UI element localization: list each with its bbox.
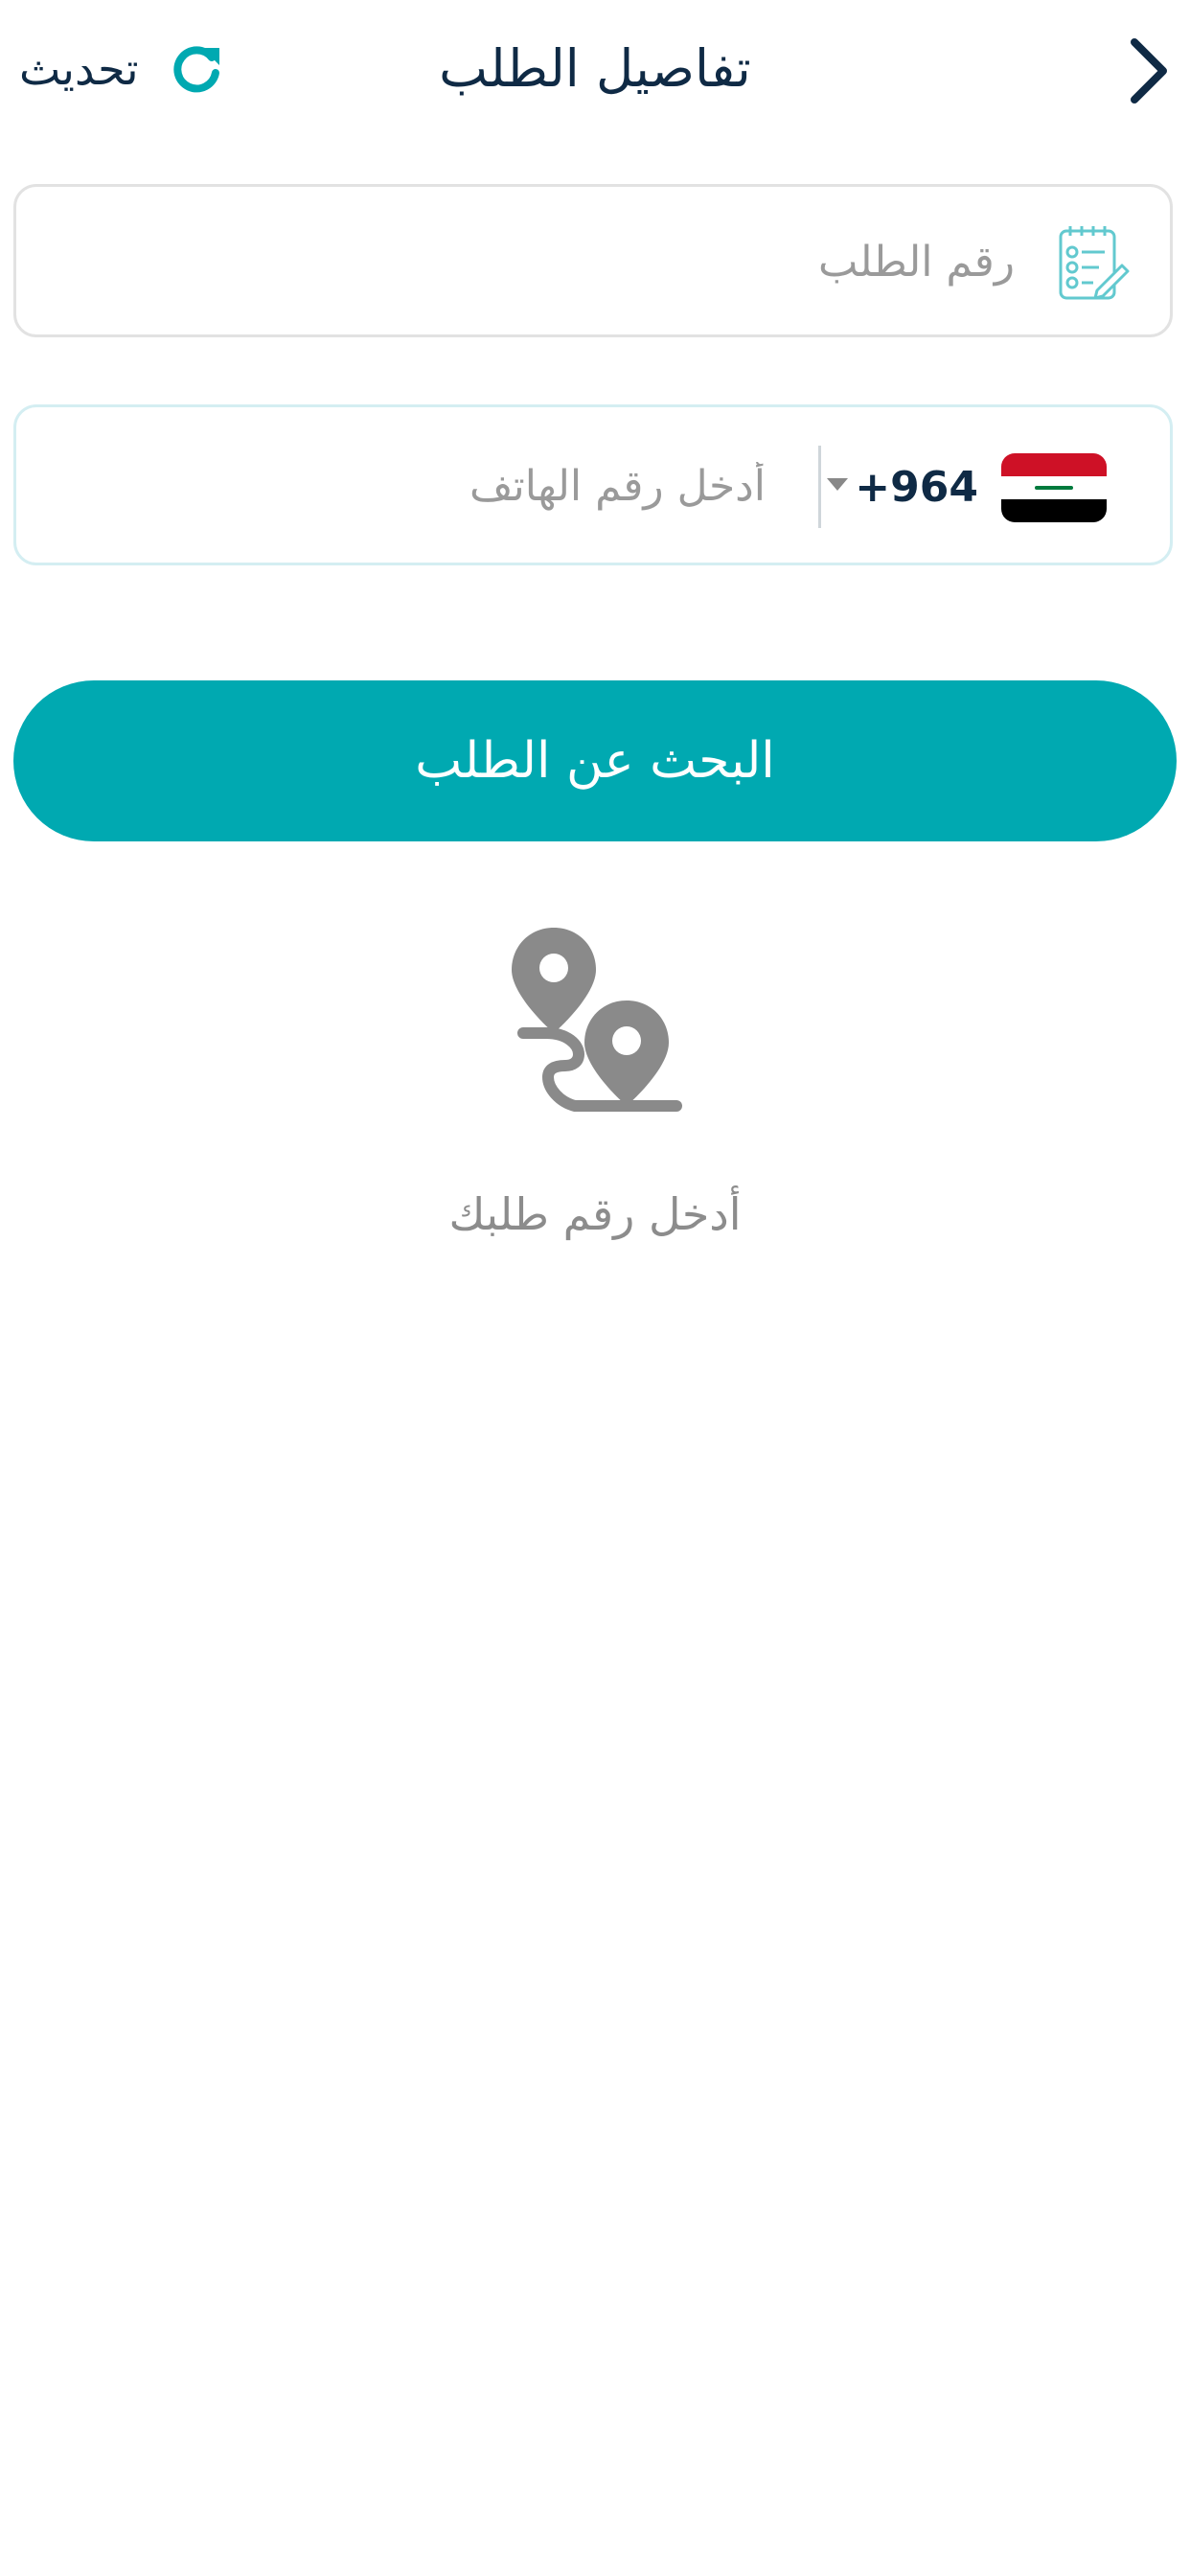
- field-divider: [818, 446, 821, 528]
- refresh-icon: [172, 46, 219, 93]
- order-number-input[interactable]: [45, 187, 1017, 336]
- refresh-button[interactable]: تحديث: [19, 29, 225, 109]
- flag-emblem: [1035, 486, 1073, 490]
- checklist-pencil-icon: [1059, 226, 1130, 300]
- country-dial-code[interactable]: +964: [855, 449, 978, 526]
- route-pins-icon: [512, 928, 682, 1112]
- refresh-label: تحديث: [19, 43, 139, 95]
- phone-number-field[interactable]: +964: [13, 404, 1173, 565]
- order-number-field[interactable]: [13, 184, 1173, 337]
- search-order-button[interactable]: البحث عن الطلب: [13, 680, 1177, 841]
- iraq-flag-icon[interactable]: [1001, 453, 1107, 522]
- empty-state-message: أدخل رقم طلبك: [448, 1188, 742, 1240]
- phone-number-input[interactable]: [45, 407, 767, 564]
- chevron-down-icon[interactable]: [827, 478, 848, 491]
